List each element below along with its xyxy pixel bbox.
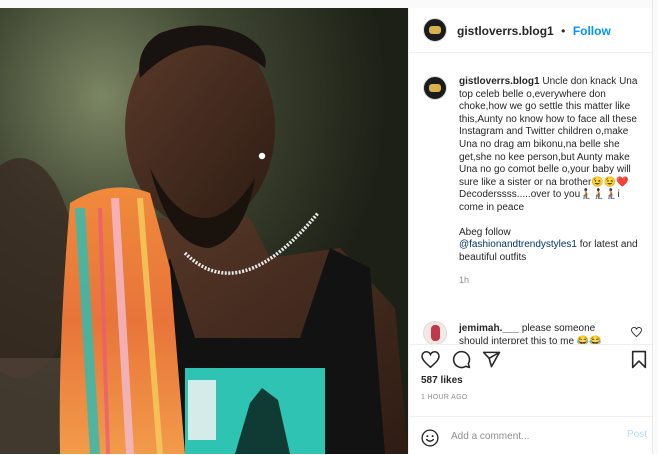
post-comment-button[interactable]: Post [627, 429, 647, 440]
share-icon[interactable] [482, 350, 501, 369]
caption-section: gistloverrs.blog1 Uncle don knack Una to… [409, 52, 658, 306]
comment-text: jemimah.___ please someone should interp… [459, 323, 624, 345]
comment-username[interactable]: jemimah.___ [459, 323, 519, 334]
small-heart-icon[interactable] [631, 327, 642, 337]
likes-count[interactable]: 587 likes [421, 375, 463, 386]
page-scrollbar-edge [652, 0, 658, 454]
comment-row: jemimah.___ please someone should interp… [409, 317, 658, 345]
avatar-logo-mark [429, 84, 441, 92]
caption-body: Uncle don knack Una top celeb belle o,ev… [459, 76, 638, 213]
author-username[interactable]: gistloverrs.blog1 [457, 24, 554, 38]
emoji-icon[interactable] [421, 429, 439, 447]
caption-follow-line: Abeg follow @fashionandtrendystyles1 for… [459, 227, 645, 265]
commenter-avatar[interactable] [423, 321, 447, 345]
header-separator: • [561, 24, 566, 38]
post-photo [0, 8, 408, 454]
comment-input[interactable] [451, 428, 601, 444]
follow-button[interactable]: Follow [573, 24, 611, 38]
caption-avatar[interactable] [423, 76, 447, 100]
author-avatar[interactable] [423, 18, 447, 42]
avatar-figure [431, 325, 440, 341]
post-timestamp[interactable]: 1 HOUR AGO [421, 394, 468, 401]
avatar-logo-mark [429, 26, 441, 34]
post-side-panel: gistloverrs.blog1 • Follow gistloverrs.b… [408, 8, 658, 454]
post-header: gistloverrs.blog1 • Follow [409, 8, 658, 53]
comment-icon[interactable] [452, 350, 471, 369]
instagram-post-modal: gistloverrs.blog1 • Follow gistloverrs.b… [0, 0, 658, 454]
comment-composer: Post [409, 416, 658, 455]
mention-link[interactable]: @fashionandtrendystyles1 [459, 239, 577, 250]
caption-age: 1h [459, 275, 470, 286]
caption-username[interactable]: gistloverrs.blog1 [459, 76, 540, 87]
header-user-row: gistloverrs.blog1 • Follow [457, 22, 611, 40]
caption-follow-prefix: Abeg follow [459, 226, 511, 238]
page-top-strip [0, 0, 658, 8]
action-bar [409, 344, 658, 373]
heart-icon[interactable] [421, 351, 440, 368]
post-photo-illustration [0, 8, 408, 454]
bookmark-icon[interactable] [631, 350, 647, 369]
caption-text: gistloverrs.blog1 Uncle don knack Una to… [459, 76, 645, 287]
